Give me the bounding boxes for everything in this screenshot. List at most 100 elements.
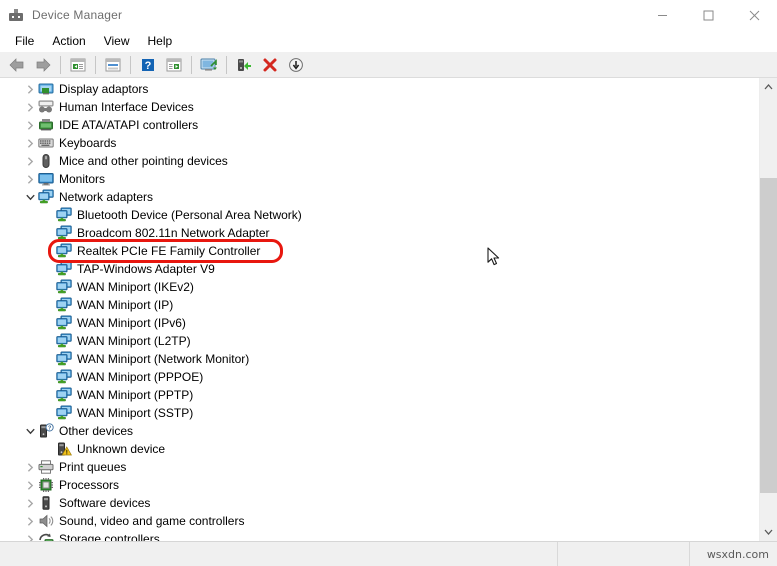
chevron-right-icon[interactable] (22, 134, 38, 152)
chevron-right-icon[interactable] (22, 116, 38, 134)
menu-view[interactable]: View (95, 32, 139, 50)
chevron-right-icon[interactable] (22, 530, 38, 541)
back-button[interactable] (5, 54, 29, 76)
tree-item-tap-windows-adapter-v9[interactable]: TAP-Windows Adapter V9 (0, 260, 759, 278)
chevron-right-icon[interactable] (22, 512, 38, 530)
chevron-right-icon[interactable] (22, 80, 38, 98)
tree-item-human-interface-devices[interactable]: Human Interface Devices (0, 98, 759, 116)
display-adapter-icon (38, 83, 54, 95)
network-adapter-icon (56, 297, 72, 312)
tree-item-wan-miniport-ipv6[interactable]: WAN Miniport (IPv6) (0, 314, 759, 332)
speaker-icon (38, 513, 54, 529)
tree-item-wan-miniport-network-monitor[interactable]: WAN Miniport (Network Monitor) (0, 350, 759, 368)
menu-help[interactable]: Help (139, 32, 182, 50)
properties-button[interactable] (101, 54, 125, 76)
tree-item-processors[interactable]: Processors (0, 476, 759, 494)
tree-item-wan-miniport-pppoe[interactable]: WAN Miniport (PPPOE) (0, 368, 759, 386)
network-adapter-icon (56, 261, 72, 277)
mouse-icon (38, 153, 54, 169)
tree-item-wan-miniport-l2tp[interactable]: WAN Miniport (L2TP) (0, 332, 759, 350)
mouse-icon (42, 154, 50, 168)
close-button[interactable] (731, 0, 777, 30)
tree-item-other-devices[interactable]: ? Other devices (0, 422, 759, 440)
svg-text:?: ? (145, 60, 152, 72)
printer-icon (38, 459, 54, 475)
tree-item-mice-and-other-pointing-devices[interactable]: Mice and other pointing devices (0, 152, 759, 170)
network-adapter-icon (56, 405, 72, 421)
tree-item-software-devices[interactable]: Software devices (0, 494, 759, 512)
network-adapter-icon (56, 261, 72, 276)
chevron-down-icon[interactable] (22, 188, 38, 206)
device-tree[interactable]: Display adaptors Human Interface Devices I… (0, 78, 759, 541)
tree-item-keyboards[interactable]: Keyboards (0, 134, 759, 152)
tree-item-network-adapters[interactable]: Network adapters (0, 188, 759, 206)
software-device-icon (38, 495, 54, 511)
chevron-right-icon (27, 84, 33, 94)
tree-item-label: Bluetooth Device (Personal Area Network) (77, 208, 302, 222)
tree-item-label: Unknown device (77, 442, 166, 456)
show-hide-action-pane-button[interactable] (162, 54, 186, 76)
tree-item-monitors[interactable]: Monitors (0, 170, 759, 188)
chevron-right-icon (27, 120, 33, 130)
tree-item-print-queues[interactable]: Print queues (0, 458, 759, 476)
chevron-right-icon[interactable] (22, 170, 38, 188)
help-question-icon: ? (142, 58, 154, 72)
tree-item-wan-miniport-ip[interactable]: WAN Miniport (IP) (0, 296, 759, 314)
network-adapter-icon (56, 243, 72, 259)
uninstall-device-button[interactable] (258, 54, 282, 76)
network-adapter-icon (56, 315, 72, 330)
show-hide-console-tree-button[interactable] (66, 54, 90, 76)
tree-item-label: TAP-Windows Adapter V9 (77, 262, 215, 276)
tree-item-bluetooth-device-personal-area-network[interactable]: Bluetooth Device (Personal Area Network) (0, 206, 759, 224)
chevron-right-icon (27, 102, 33, 112)
tree-item-unknown-device[interactable]: Unknown device (0, 440, 759, 458)
speaker-icon (39, 514, 54, 528)
chevron-right-icon (27, 498, 33, 508)
separator-4 (191, 55, 192, 74)
chevron-right-icon (27, 174, 33, 184)
keyboard-icon (38, 138, 54, 148)
help-button[interactable]: ? (136, 54, 160, 76)
chevron-down-icon[interactable] (22, 422, 38, 440)
forward-button[interactable] (31, 54, 55, 76)
status-pane-secondary (558, 542, 690, 566)
toolbar: ? (0, 52, 777, 78)
minimize-button[interactable] (639, 0, 685, 30)
vertical-scrollbar[interactable] (759, 78, 777, 541)
tree-item-label: Other devices (59, 424, 134, 438)
scan-for-hardware-changes-button[interactable] (197, 54, 221, 76)
scan-hardware-icon (200, 58, 217, 71)
disable-device-button[interactable] (284, 54, 308, 76)
network-adapter-icon (56, 297, 72, 313)
separator-3 (130, 55, 131, 74)
tree-item-wan-miniport-sstp[interactable]: WAN Miniport (SSTP) (0, 404, 759, 422)
red-x-icon (263, 58, 277, 71)
update-driver-button[interactable] (232, 54, 256, 76)
maximize-button[interactable] (685, 0, 731, 30)
scrollbar-thumb[interactable] (760, 178, 777, 493)
unknown-device-question-icon: ? (38, 423, 54, 439)
storage-controller-icon (38, 531, 54, 541)
tree-item-wan-miniport-pptp[interactable]: WAN Miniport (PPTP) (0, 386, 759, 404)
tree-item-realtek-pcie-fe-family-controller[interactable]: Realtek PCIe FE Family Controller (0, 242, 759, 260)
chevron-right-icon[interactable] (22, 458, 38, 476)
chevron-right-icon[interactable] (22, 98, 38, 116)
menu-action[interactable]: Action (43, 32, 94, 50)
scroll-up-button[interactable] (760, 78, 777, 96)
device-manager-icon (8, 7, 24, 23)
software-device-icon (42, 496, 50, 510)
chevron-right-icon[interactable] (22, 494, 38, 512)
update-driver-icon (238, 58, 251, 71)
tree-item-sound-video-and-game-controllers[interactable]: Sound, video and game controllers (0, 512, 759, 530)
tree-item-storage-controllers[interactable]: Storage controllers (0, 530, 759, 541)
tree-item-display-adaptors[interactable]: Display adaptors (0, 80, 759, 98)
chevron-down-icon (25, 194, 35, 200)
menu-file[interactable]: File (6, 32, 43, 50)
scroll-down-button[interactable] (760, 523, 777, 541)
chevron-right-icon[interactable] (22, 476, 38, 494)
tree-item-broadcom-802-11n-network-adapter[interactable]: Broadcom 802.11n Network Adapter (0, 224, 759, 242)
tree-item-ide-ata-atapi-controllers[interactable]: IDE ATA/ATAPI controllers (0, 116, 759, 134)
chevron-right-icon[interactable] (22, 152, 38, 170)
tree-item-wan-miniport-ikev2[interactable]: WAN Miniport (IKEv2) (0, 278, 759, 296)
processor-icon (38, 477, 54, 493)
